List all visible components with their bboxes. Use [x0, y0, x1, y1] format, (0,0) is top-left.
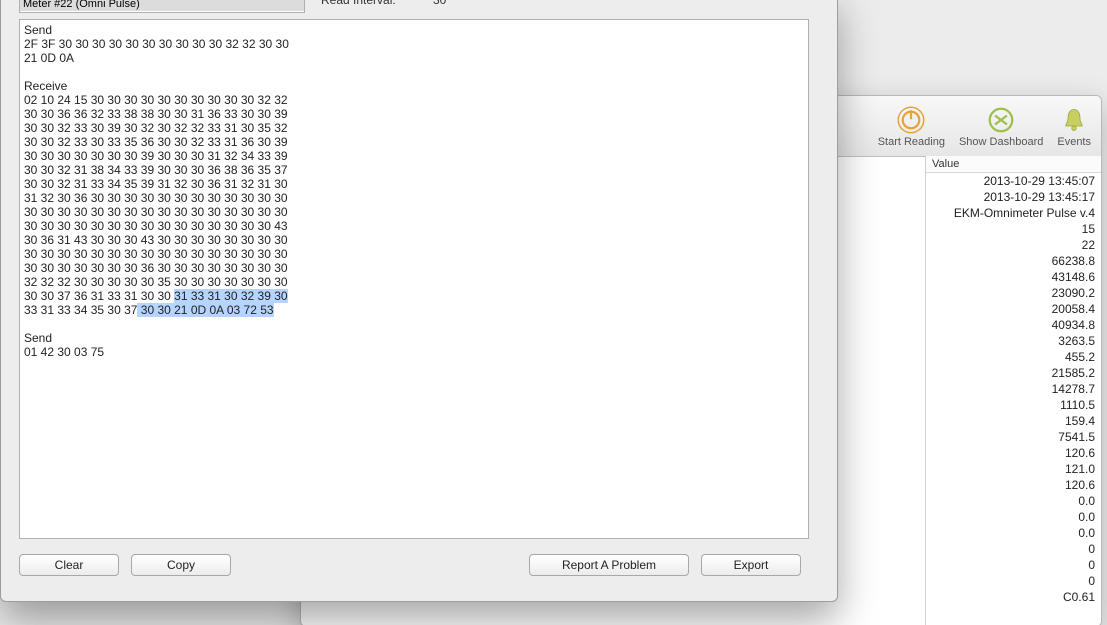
value-row[interactable]: 0.0: [926, 525, 1101, 541]
hex-line: 30 30 30 30 30 30 30 30 30 30 30 30 30 3…: [24, 205, 808, 219]
dashboard-icon: [985, 104, 1017, 136]
hex-section-title: Send: [24, 331, 808, 345]
value-row[interactable]: 0: [926, 557, 1101, 573]
value-row[interactable]: 21585.2: [926, 365, 1101, 381]
value-row[interactable]: 14278.7: [926, 381, 1101, 397]
values-list: 2013-10-29 13:45:072013-10-29 13:45:17EK…: [926, 173, 1101, 605]
hex-line: 31 32 30 36 30 30 30 30 30 30 30 30 30 3…: [24, 191, 808, 205]
hex-line: 01 42 30 03 75: [24, 345, 808, 359]
bottom-button-bar: Clear Copy Report A Problem Export: [19, 551, 813, 579]
values-column-header[interactable]: Value: [926, 156, 1101, 173]
value-row[interactable]: 43148.6: [926, 269, 1101, 285]
hex-line: 02 10 24 15 30 30 30 30 30 30 30 30 30 3…: [24, 93, 808, 107]
value-row[interactable]: 0.0: [926, 509, 1101, 525]
value-row[interactable]: 2013-10-29 13:45:17: [926, 189, 1101, 205]
value-row[interactable]: 0: [926, 541, 1101, 557]
hex-log-textarea[interactable]: Send2F 3F 30 30 30 30 30 30 30 30 30 30 …: [19, 19, 809, 539]
start-reading-button[interactable]: Start Reading: [878, 104, 945, 148]
value-row[interactable]: 1110.5: [926, 397, 1101, 413]
hex-section-title: Receive: [24, 79, 808, 93]
hex-line: 33 31 33 34 35 30 37 30 30 21 0D 0A 03 7…: [24, 303, 808, 317]
hex-section-title: Send: [24, 23, 808, 37]
bell-icon: [1058, 104, 1090, 136]
values-panel: Value 2013-10-29 13:45:072013-10-29 13:4…: [925, 156, 1101, 625]
value-row[interactable]: 455.2: [926, 349, 1101, 365]
hex-line: 30 30 32 31 33 34 35 39 31 32 30 36 31 3…: [24, 177, 808, 191]
hex-line: 30 30 30 30 30 30 30 39 30 30 30 31 32 3…: [24, 149, 808, 163]
value-row[interactable]: 15: [926, 221, 1101, 237]
value-row[interactable]: 0.0: [926, 493, 1101, 509]
value-row[interactable]: 66238.8: [926, 253, 1101, 269]
start-reading-label: Start Reading: [878, 136, 945, 148]
hex-line: 32 32 32 30 30 30 30 30 35 30 30 30 30 3…: [24, 275, 808, 289]
hex-line: 30 30 30 30 30 30 30 30 30 30 30 30 30 3…: [24, 247, 808, 261]
hex-line: 30 30 32 33 30 39 30 32 30 32 32 33 31 3…: [24, 121, 808, 135]
value-row[interactable]: 2013-10-29 13:45:07: [926, 173, 1101, 189]
meter-list[interactable]: Meter #222 (Omni Pulse)Meter #22 (Omni P…: [19, 0, 305, 13]
hex-line: 21 0D 0A: [24, 51, 808, 65]
report-a-problem-button[interactable]: Report A Problem: [529, 554, 689, 576]
value-row[interactable]: 20058.4: [926, 301, 1101, 317]
hex-line: 30 30 37 36 31 33 31 30 30 31 33 31 30 3…: [24, 289, 808, 303]
value-row[interactable]: 121.0: [926, 461, 1101, 477]
value-row[interactable]: 22: [926, 237, 1101, 253]
meter-list-item[interactable]: Meter #22 (Omni Pulse): [20, 0, 304, 11]
show-dashboard-button[interactable]: Show Dashboard: [959, 104, 1043, 148]
clear-button[interactable]: Clear: [19, 554, 119, 576]
hex-line: 30 30 32 33 30 33 35 36 30 30 32 33 31 3…: [24, 135, 808, 149]
show-dashboard-label: Show Dashboard: [959, 136, 1043, 148]
hex-line: 2F 3F 30 30 30 30 30 30 30 30 30 30 32 3…: [24, 37, 808, 51]
value-row[interactable]: 159.4: [926, 413, 1101, 429]
value-row[interactable]: EKM-Omnimeter Pulse v.4: [926, 205, 1101, 221]
value-row[interactable]: 7541.5: [926, 429, 1101, 445]
read-interval-label: Read Interval:: [321, 0, 396, 7]
copy-button[interactable]: Copy: [131, 554, 231, 576]
hex-line: 30 30 36 36 32 33 38 38 30 30 31 36 33 3…: [24, 107, 808, 121]
value-row[interactable]: 23090.2: [926, 285, 1101, 301]
read-interval-value: 30: [433, 0, 446, 7]
hex-log-window: Meter #222 (Omni Pulse)Meter #22 (Omni P…: [0, 0, 838, 602]
hex-line: 30 36 31 43 30 30 30 43 30 30 30 30 30 3…: [24, 233, 808, 247]
hex-line: 30 30 30 30 30 30 30 36 30 30 30 30 30 3…: [24, 261, 808, 275]
hex-line: 30 30 30 30 30 30 30 30 30 30 30 30 30 3…: [24, 219, 808, 233]
power-icon: [895, 104, 927, 136]
value-row[interactable]: 40934.8: [926, 317, 1101, 333]
value-row[interactable]: C0.61: [926, 589, 1101, 605]
value-row[interactable]: 0: [926, 573, 1101, 589]
hex-line: 30 30 32 31 38 34 33 39 30 30 30 36 38 3…: [24, 163, 808, 177]
value-row[interactable]: 3263.5: [926, 333, 1101, 349]
value-row[interactable]: 120.6: [926, 445, 1101, 461]
export-button[interactable]: Export: [701, 554, 801, 576]
value-row[interactable]: 120.6: [926, 477, 1101, 493]
events-label: Events: [1057, 136, 1091, 148]
events-button[interactable]: Events: [1057, 104, 1091, 148]
